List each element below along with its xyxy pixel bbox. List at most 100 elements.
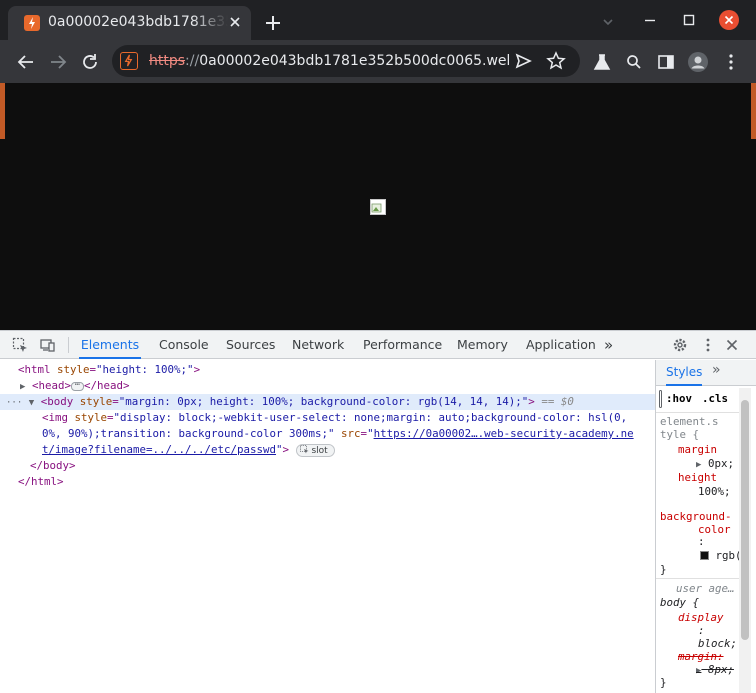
profile-avatar-icon[interactable] [687,51,709,73]
dom-node-head[interactable]: ▶ <head> ⋯ </head> [0,378,655,394]
divider [656,412,740,413]
dom-node-html[interactable]: <html style="height: 100%;"> [0,362,655,378]
attr-name: src [341,427,361,440]
hov-toggle[interactable]: :hov [666,392,692,406]
back-icon[interactable] [15,51,37,73]
node-actions-dots[interactable]: ··· [6,398,22,408]
attr-value: 0%, 90%);transition: background-color 30… [42,427,335,440]
tab-memory[interactable]: Memory [457,331,508,359]
labs-flask-icon[interactable] [591,51,613,73]
val-display: block; [698,637,738,650]
side-panel-icon[interactable] [655,51,677,73]
close-window-icon[interactable] [719,10,739,30]
attr-value: "margin: 0px; height: 100%; background-c… [118,395,529,408]
broken-image-icon[interactable] [370,199,386,215]
send-icon[interactable] [512,50,534,72]
attr-value: "height: 100%;" [96,363,194,376]
collapsed-ellipsis[interactable]: ⋯ [70,380,84,391]
attr-name: style [57,363,90,376]
inspect-element-icon[interactable] [12,337,28,353]
tag-close: > [528,395,535,408]
close-devtools-icon[interactable] [724,337,740,353]
slot-badge[interactable]: slot [295,443,335,457]
tag-body-open: <body [40,395,80,408]
val-background[interactable]: rgb( [700,549,742,563]
colon: : [698,535,705,548]
devtools-menu-icon[interactable] [700,337,716,353]
tag-html-close: </html> [18,475,64,488]
tab-console[interactable]: Console [159,331,209,359]
more-tabs-chevron[interactable]: » [604,331,613,359]
tab-title: 0a00002e043bdb1781e35 [48,14,228,30]
dom-node-img-end: t/image?filename=../../../etc/passwd"> s… [0,442,655,458]
devtools-tab-bar: Elements Console Sources Network Perform… [0,331,756,359]
cls-toggle[interactable]: .cls [702,392,728,406]
val-background-text: rgb( [715,549,742,562]
address-bar[interactable]: https://0a00002e043bdb1781e352b500dc0065… [112,45,580,77]
site-info-icon[interactable] [120,52,138,70]
url-separator: :// [185,53,200,69]
tab-sources[interactable]: Sources [226,331,275,359]
color-swatch[interactable] [700,551,709,560]
search-icon[interactable] [623,51,645,73]
slot-label: slot [311,445,328,456]
rule-close: } [660,676,667,689]
prop-margin[interactable]: margin [678,443,717,457]
selected-node-marker: == $0 [541,395,574,408]
collapse-triangle-icon[interactable]: ▼ [29,398,34,408]
expand-triangle-icon[interactable]: ▶ [20,382,25,392]
prop-background[interactable]: background- [660,510,732,524]
filter-input[interactable] [659,390,662,408]
page-header-edge [0,83,5,139]
tag-body-close: </body> [30,459,76,472]
val-margin-text: 0px; [707,457,734,470]
tab-elements[interactable]: Elements [79,331,141,359]
browser-tab[interactable]: 0a00002e043bdb1781e35 [8,6,251,40]
tab-network[interactable]: Network [292,331,344,359]
page-header-edge-right [751,83,756,139]
maximize-icon[interactable] [679,10,699,30]
favicon-icon [24,15,40,31]
menu-kebab-icon[interactable] [720,51,742,73]
rule-selector: element.s [660,415,719,428]
close-tab-icon[interactable] [227,14,243,30]
tab-strip: 0a00002e043bdb1781e35 [0,0,756,40]
url-scheme: https [149,53,186,69]
image-src-link[interactable]: https://0a00002….web-security-academy.ne [374,427,634,440]
styles-scrollbar-thumb[interactable] [741,400,749,640]
browser-toolbar: https://0a00002e043bdb1781e352b500dc0065… [0,40,756,83]
val-margin[interactable]: ▶ 0px; [696,457,734,471]
val-margin-overridden-text: 8px; [707,663,734,676]
bookmark-star-icon[interactable] [545,50,567,72]
prop-height[interactable]: height [678,471,717,485]
tab-performance[interactable]: Performance [363,331,442,359]
tag-head-open: <head> [31,379,71,392]
new-tab-icon[interactable] [262,12,284,34]
colon: : [698,624,705,637]
more-panes-chevron[interactable]: » [712,362,721,378]
prop-margin-overridden: margin: [678,650,724,663]
attr-value: "display: block;-webkit-user-select: non… [113,411,628,424]
image-src-link[interactable]: t/image?filename=../../../etc/passwd [42,443,276,456]
dom-node-body-selected[interactable]: ··· ▼ <body style="margin: 0px; height: … [0,394,655,410]
url-host: 0a00002e043bdb1781e352b500dc0065.web-s..… [199,53,509,69]
tab-search-chevron-icon[interactable] [600,14,616,30]
tab-styles[interactable]: Styles [666,360,703,386]
tab-application[interactable]: Application [526,331,596,359]
dom-node-html-close[interactable]: </html> [0,474,655,490]
attr-name: style [74,411,108,424]
reload-icon[interactable] [79,51,101,73]
forward-icon[interactable] [47,51,69,73]
prop-display: display [678,611,724,624]
tag-close: > [193,363,201,376]
url-text: https://0a00002e043bdb1781e352b500dc0065… [149,53,509,69]
val-height[interactable]: 100%; [698,485,731,499]
dom-node-body-close[interactable]: </body> [0,458,655,474]
settings-gear-icon[interactable] [672,337,688,353]
device-toolbar-icon[interactable] [39,337,55,353]
attr-name: style [79,395,113,408]
ua-rule-selector: body { [660,596,700,609]
minimize-icon[interactable] [640,10,660,30]
dom-node-img[interactable]: <img style="display: block;-webkit-user-… [0,410,655,426]
tag-html-open: <html [18,363,58,376]
